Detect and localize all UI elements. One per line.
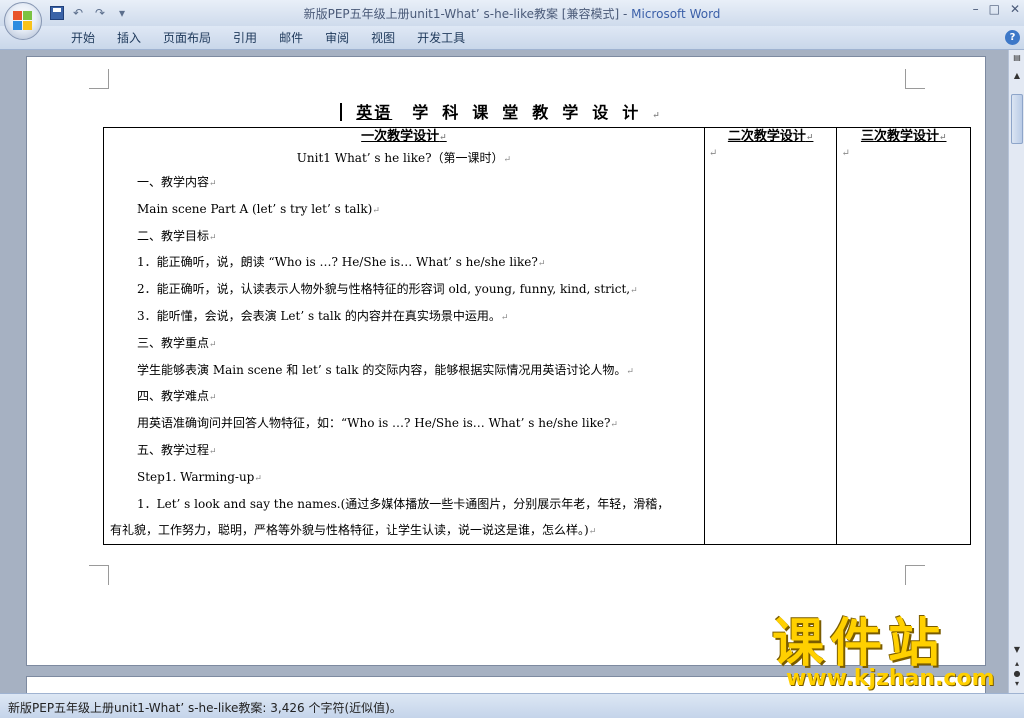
lesson-unit-title: Unit1 What’ s he like?（第一课时）↵	[296, 151, 512, 165]
section-heading: 二、教学目标↵	[137, 228, 217, 243]
text-cursor	[340, 103, 343, 121]
tab-references[interactable]: 引用	[222, 30, 268, 46]
watermark-url: www.kjzhan.com	[786, 666, 995, 691]
content-line: 用英语准确询问并回答人物特征，如：“Who is …? He/She is… W…	[137, 416, 618, 431]
second-design-header: 二次教学设计↵	[727, 129, 814, 144]
margin-corner-bottom-left	[89, 565, 109, 585]
tab-home[interactable]: 开始	[60, 30, 106, 46]
ribbon-tabs: 开始 插入 页面布局 引用 邮件 审阅 视图 开发工具	[60, 30, 476, 46]
office-button[interactable]	[4, 2, 42, 40]
tab-page-layout[interactable]: 页面布局	[152, 30, 222, 46]
margin-corner-top-right	[905, 69, 925, 89]
margin-corner-bottom-right	[905, 565, 925, 585]
margin-corner-top-left	[89, 69, 109, 89]
minimize-button[interactable]: –	[973, 2, 979, 16]
app-name: Microsoft Word	[631, 7, 721, 21]
content-line: 有礼貌，工作努力，聪明，严格等外貌与性格特征，让学生认读，说一说这是谁，怎么样。…	[110, 523, 597, 538]
document-title: 英语 学科课堂教学设计↵	[27, 99, 987, 123]
ribbon: 开始 插入 页面布局 引用 邮件 审阅 视图 开发工具 ?	[0, 26, 1024, 50]
title-rest: 学科课堂教学设计	[412, 103, 653, 122]
first-design-content: Unit1 What’ s he like?（第一课时）↵ 一、教学内容↵ Ma…	[104, 147, 704, 544]
scroll-down-icon[interactable]: ▼	[1011, 644, 1023, 656]
section-heading: 四、教学难点↵	[137, 389, 217, 404]
third-design-cell[interactable]: 三次教学设计↵ ↵	[836, 126, 971, 546]
second-design-cell[interactable]: 二次教学设计↵ ↵	[703, 126, 838, 546]
third-design-header: 三次教学设计↵	[860, 129, 947, 144]
next-page-icon[interactable]: ▾	[1011, 678, 1023, 690]
tab-insert[interactable]: 插入	[106, 30, 152, 46]
content-line: 3．能听懂，会说，会表演 Let’ s talk 的内容并在真实场景中运用。↵	[137, 308, 509, 323]
tab-mailings[interactable]: 邮件	[268, 30, 314, 46]
lesson-plan-table: 一次教学设计↵ Unit1 What’ s he like?（第一课时）↵ 一、…	[103, 126, 971, 546]
window-title: 新版PEP五年级上册unit1-What’ s-he-like教案 [兼容模式]…	[0, 5, 1024, 22]
first-design-header: 一次教学设计↵	[361, 129, 447, 144]
content-line: Main scene Part A (let’ s try let’ s tal…	[137, 201, 380, 216]
close-button[interactable]: ✕	[1010, 2, 1020, 16]
content-line: 学生能够表演 Main scene 和 let’ s talk 的交际内容，能够…	[137, 362, 634, 377]
title-subject: 英语	[356, 103, 393, 122]
tab-review[interactable]: 审阅	[314, 30, 360, 46]
watermark-title: 课件站	[772, 614, 947, 674]
content-line: 2．能正确听，说，认读表示人物外貌与性格特征的形容词 old, young, f…	[137, 282, 638, 297]
tab-developer[interactable]: 开发工具	[406, 30, 476, 46]
status-bar: 新版PEP五年级上册unit1-What’ s-he-like教案: 3,426…	[0, 693, 1024, 718]
office-logo-icon	[13, 11, 33, 31]
content-line: 1．能正确听，说，朗读 “Who is …? He/She is… What’ …	[137, 255, 546, 270]
help-icon[interactable]: ?	[1005, 30, 1020, 45]
scrollbar-thumb[interactable]	[1011, 94, 1023, 144]
first-design-cell[interactable]: 一次教学设计↵ Unit1 What’ s he like?（第一课时）↵ 一、…	[103, 126, 705, 546]
site-watermark: 课件站 www.kjzhan.com	[772, 614, 1012, 694]
content-line: Step1. Warming-up↵	[137, 469, 262, 484]
paragraph-mark: ↵	[708, 148, 718, 159]
document-area: 英语 学科课堂教学设计↵ 一次教学设计↵ Unit1 What’ s he lik…	[0, 50, 1008, 693]
restore-button[interactable]: □	[989, 2, 1000, 16]
ruler-toggle-icon[interactable]: ▤	[1011, 52, 1023, 64]
section-heading: 一、教学内容↵	[137, 175, 217, 189]
content-line: 1．Let’ s look and say the names.(通过多媒体播放…	[137, 496, 670, 511]
vertical-scrollbar[interactable]: ▤ ▲ ▼ ▴ ● ▾	[1008, 50, 1024, 693]
section-heading: 五、教学过程↵	[137, 442, 217, 457]
tab-view[interactable]: 视图	[360, 30, 406, 46]
scroll-up-icon[interactable]: ▲	[1011, 70, 1023, 82]
status-text: 新版PEP五年级上册unit1-What’ s-he-like教案: 3,426…	[8, 701, 402, 715]
document-name: 新版PEP五年级上册unit1-What’ s-he-like教案 [兼容模式]…	[303, 7, 632, 21]
section-heading: 三、教学重点↵	[137, 335, 217, 350]
paragraph-mark: ↵	[841, 148, 850, 159]
paragraph-mark: ↵	[652, 111, 674, 121]
title-bar: ↶ ↷ ▾ 新版PEP五年级上册unit1-What’ s-he-like教案 …	[0, 0, 1024, 26]
window-controls: – □ ✕	[973, 2, 1020, 16]
document-page[interactable]: 英语 学科课堂教学设计↵ 一次教学设计↵ Unit1 What’ s he lik…	[26, 56, 986, 666]
